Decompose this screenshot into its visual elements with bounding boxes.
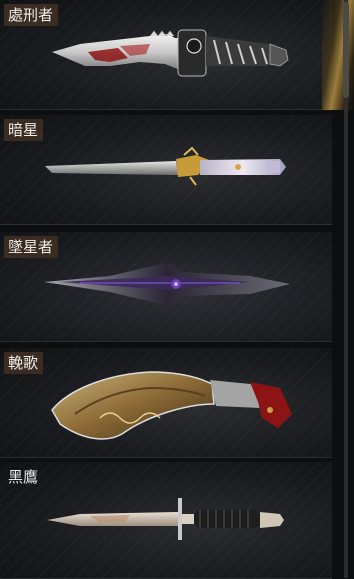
- weapon-card-elegy[interactable]: 輓歌: [0, 348, 332, 458]
- weapon-list: 處刑者 暗星 墜星者 輓歌 黑鷹: [0, 0, 332, 579]
- combat-knife-icon: [47, 498, 284, 540]
- weapon-card-black-hawk[interactable]: 黑鷹: [0, 462, 332, 579]
- ornate-kukri-icon: [51, 371, 292, 440]
- scrollbar-thumb[interactable]: [343, 2, 349, 98]
- weapon-card-dark-star[interactable]: 暗星: [0, 115, 332, 225]
- dark-purple-blade-icon: [44, 262, 290, 306]
- slim-gold-hilt-knife-icon: [45, 146, 286, 186]
- weapon-card-executioner[interactable]: 處刑者: [0, 0, 332, 110]
- weapon-card-fallen-star[interactable]: 墜星者: [0, 232, 332, 342]
- tactical-serrated-knife-icon: [52, 29, 289, 77]
